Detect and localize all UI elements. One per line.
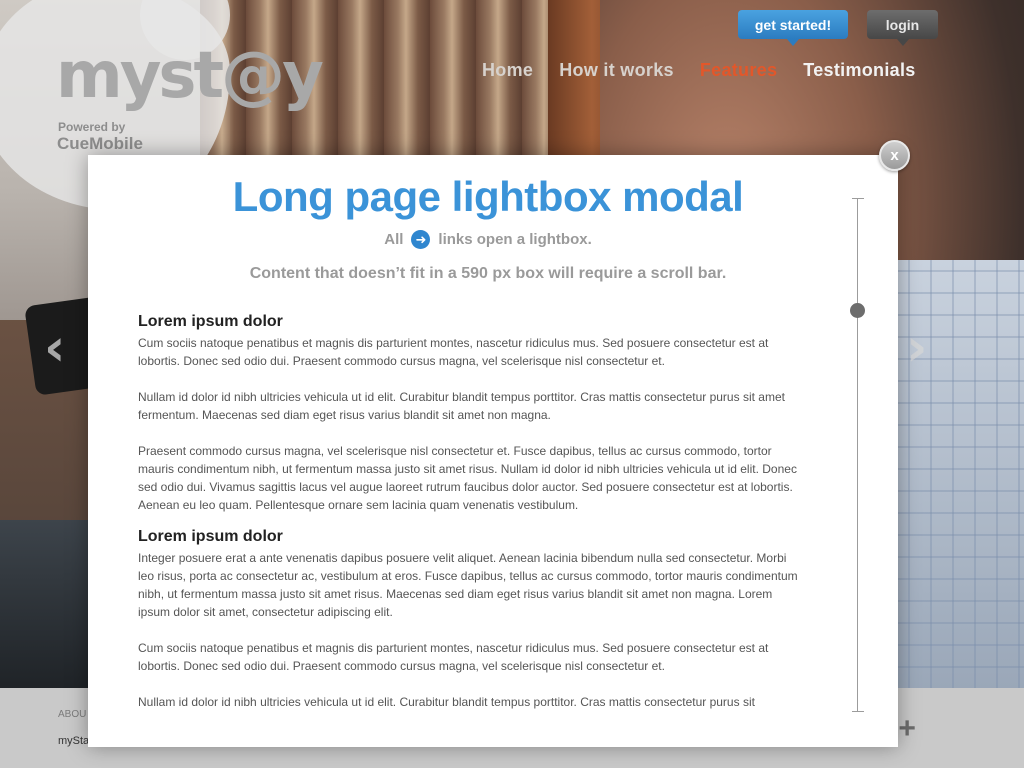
main-nav: Home How it works Features Testimonials bbox=[482, 60, 916, 81]
section-paragraph: Nullam id dolor id nibh ultricies vehicu… bbox=[138, 390, 785, 422]
nav-item-testimonials[interactable]: Testimonials bbox=[803, 60, 915, 81]
modal-title: Long page lightbox modal bbox=[232, 173, 744, 220]
section-paragraph: Integer posuere erat a ante venenatis da… bbox=[138, 551, 798, 619]
section-paragraph: Nullam id dolor id nibh ultricies vehicu… bbox=[138, 695, 755, 709]
nav-item-features[interactable]: Features bbox=[700, 60, 777, 81]
nav-item-home[interactable]: Home bbox=[482, 60, 533, 81]
modal-subtitle: All ➜ links open a lightbox. bbox=[88, 230, 888, 249]
login-button[interactable]: login bbox=[867, 10, 938, 46]
section-paragraph: Cum sociis natoque penatibus et magnis d… bbox=[138, 336, 769, 368]
carousel-prev-icon[interactable]: ‹ bbox=[44, 318, 65, 378]
modal-scroll-content[interactable]: Lorem ipsum dolor Cum sociis natoque pen… bbox=[138, 313, 802, 729]
powered-by-brand: CueMobile bbox=[57, 134, 143, 153]
site-logo[interactable]: myst@y bbox=[56, 44, 324, 108]
modal-close-button[interactable]: x bbox=[879, 140, 910, 171]
scrollbar-cap-top bbox=[852, 198, 864, 199]
section-heading: Lorem ipsum dolor bbox=[138, 313, 283, 330]
footer-about-label[interactable]: ABOU bbox=[58, 709, 86, 720]
scrollbar-thumb[interactable] bbox=[850, 303, 865, 318]
carousel-next-icon[interactable]: › bbox=[906, 318, 927, 378]
get-started-button[interactable]: get started! bbox=[738, 10, 848, 46]
lightbox-modal: Long page lightbox modal All ➜ links ope… bbox=[88, 155, 898, 747]
footer-mystay-label[interactable]: mySta bbox=[58, 735, 89, 747]
modal-note: Content that doesn’t fit in a 590 px box… bbox=[249, 265, 727, 282]
lightbox-link-icon: ➜ bbox=[411, 230, 431, 249]
scrollbar-cap-bottom bbox=[852, 711, 864, 712]
modal-subtitle-suffix: links open a lightbox. bbox=[438, 231, 592, 248]
scrollbar-track[interactable] bbox=[857, 198, 858, 711]
powered-by-label: Powered by bbox=[58, 120, 126, 134]
section-heading: Lorem ipsum dolor bbox=[138, 528, 283, 545]
section-paragraph: Cum sociis natoque penatibus et magnis d… bbox=[138, 641, 769, 673]
section-paragraph: Praesent commodo cursus magna, vel scele… bbox=[138, 444, 797, 512]
nav-item-how-it-works[interactable]: How it works bbox=[559, 60, 674, 81]
modal-subtitle-prefix: All bbox=[384, 231, 404, 248]
